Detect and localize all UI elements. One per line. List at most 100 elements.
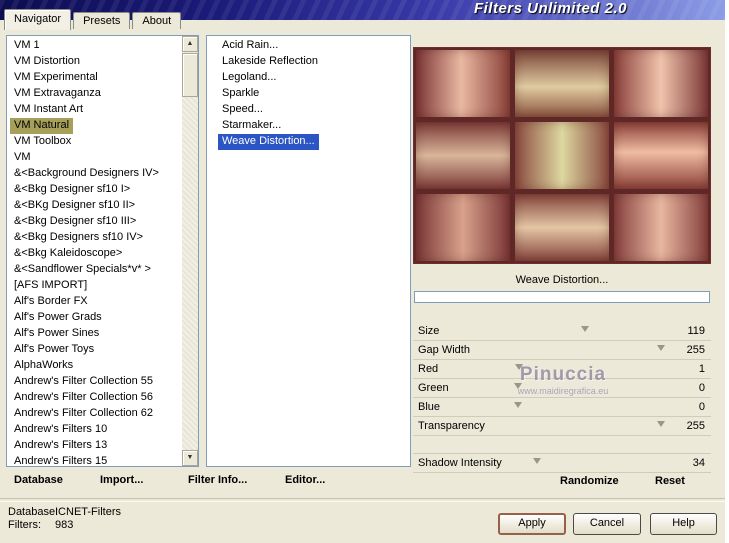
filter-preview-image[interactable]	[413, 47, 711, 264]
category-item[interactable]: Andrew's Filter Collection 62	[10, 406, 157, 422]
param-label: Size	[418, 325, 440, 337]
category-item[interactable]: Alf's Power Sines	[10, 326, 103, 342]
category-item[interactable]: Andrew's Filters 15	[10, 454, 111, 464]
param-value: 1	[698, 363, 705, 375]
weave-tile	[614, 122, 708, 189]
filter-list-panel: Acid Rain... Lakeside Reflection Legoland.…	[206, 35, 411, 467]
category-item[interactable]: &<BKg Designer sf10 II>	[10, 198, 139, 214]
tab[interactable]: Navigator	[4, 9, 72, 30]
param-slider-track[interactable]	[518, 341, 665, 359]
tab[interactable]: About	[132, 12, 182, 29]
category-item[interactable]: VM Experimental	[10, 70, 102, 86]
reset-button[interactable]: Reset	[655, 475, 685, 487]
weave-tile	[614, 50, 708, 117]
param-row: Red 1	[413, 360, 711, 379]
weave-tile	[515, 122, 609, 189]
param-slider-thumb[interactable]	[533, 458, 542, 464]
param-value: 255	[686, 420, 705, 432]
category-item[interactable]: VM Extravaganza	[10, 86, 105, 102]
category-scrollbar[interactable]: ▲ ▼	[182, 36, 198, 466]
category-item[interactable]: VM Distortion	[10, 54, 84, 70]
param-label: Red	[418, 363, 439, 375]
filter-items: Acid Rain... Lakeside Reflection Legoland.…	[208, 38, 408, 464]
weave-tile	[614, 194, 708, 261]
param-label: Shadow Intensity	[418, 457, 502, 469]
param-label: Blue	[418, 401, 441, 413]
tab[interactable]: Presets	[73, 12, 131, 29]
scroll-down-icon[interactable]: ▼	[182, 450, 198, 466]
weave-tile	[515, 50, 609, 117]
param-row: Transparency 255	[413, 417, 711, 436]
category-item[interactable]: Andrew's Filter Collection 55	[10, 374, 157, 390]
param-slider-track[interactable]	[518, 454, 661, 472]
scroll-up-icon[interactable]: ▲	[182, 36, 198, 52]
preview-panel: Weave Distortion... Size 119 Gap Width 2…	[413, 35, 713, 492]
category-item[interactable]: &<Bkg Designer sf10 I>	[10, 182, 134, 198]
category-item[interactable]: &<Background Designers IV>	[10, 166, 163, 182]
filter-item[interactable]: Sparkle	[218, 86, 263, 102]
param-slider-thumb[interactable]	[514, 402, 522, 408]
filter-item[interactable]: Weave Distortion...	[218, 134, 319, 150]
param-slider-thumb[interactable]	[657, 345, 665, 351]
progress-bar	[414, 291, 710, 303]
category-item[interactable]: Alf's Power Toys	[10, 342, 98, 358]
param-slider-thumb[interactable]	[657, 421, 665, 427]
category-items: VM 1 VM Distortion VM Experimental VM Extra…	[8, 38, 181, 464]
category-item[interactable]: VM Toolbox	[10, 134, 75, 150]
apply-button[interactable]: Apply	[498, 513, 566, 535]
database-button[interactable]: Database	[14, 474, 63, 486]
param-slider-track[interactable]	[518, 322, 661, 340]
randomize-button[interactable]: Randomize	[560, 475, 619, 487]
filter-info-button[interactable]: Filter Info...	[188, 474, 247, 486]
filter-item[interactable]: Acid Rain...	[218, 38, 282, 54]
status-filters-label: Filters:	[8, 519, 41, 531]
category-item[interactable]: Andrew's Filter Collection 56	[10, 390, 157, 406]
filter-item[interactable]: Speed...	[218, 102, 267, 118]
tab-strip: Navigator Presets About	[4, 9, 183, 30]
param-value: 0	[698, 401, 705, 413]
category-item[interactable]: [AFS IMPORT]	[10, 278, 91, 294]
status-database-label: Database:	[8, 506, 59, 518]
param-slider-thumb[interactable]	[514, 364, 523, 370]
param-row: Size 119	[413, 322, 711, 341]
editor-button[interactable]: Editor...	[285, 474, 325, 486]
import-button[interactable]: Import...	[100, 474, 143, 486]
filter-item[interactable]: Starmaker...	[218, 118, 285, 134]
category-item[interactable]: VM 1	[10, 38, 44, 54]
category-item[interactable]: &<Bkg Designer sf10 III>	[10, 214, 140, 230]
category-item[interactable]: Andrew's Filters 13	[10, 438, 111, 454]
param-row: Shadow Intensity 34	[413, 453, 711, 473]
category-item[interactable]: Andrew's Filters 10	[10, 422, 111, 438]
weave-tile	[416, 122, 510, 189]
category-item[interactable]: VM	[10, 150, 35, 166]
param-slider-track[interactable]	[514, 360, 661, 378]
param-slider-track[interactable]	[514, 379, 661, 397]
category-item[interactable]: &<Sandflower Specials*v* >	[10, 262, 155, 278]
param-value: 255	[686, 344, 705, 356]
category-item[interactable]: AlphaWorks	[10, 358, 77, 374]
scrollbar-thumb[interactable]	[182, 53, 198, 97]
category-item[interactable]: VM Instant Art	[10, 102, 87, 118]
category-item[interactable]: Alf's Power Grads	[10, 310, 106, 326]
param-value: 119	[687, 325, 705, 337]
param-row: Green 0	[413, 379, 711, 398]
status-database-value: ICNET-Filters	[55, 506, 121, 518]
cancel-button[interactable]: Cancel	[573, 513, 641, 535]
param-slider-track[interactable]	[518, 417, 665, 435]
filter-item[interactable]: Legoland...	[218, 70, 280, 86]
param-slider-track[interactable]	[514, 398, 661, 416]
status-filters: Filters: 983	[8, 519, 208, 531]
category-item[interactable]: &<Bkg Kaleidoscope>	[10, 246, 126, 262]
separator	[0, 498, 729, 502]
window-title: Filters Unlimited 2.0	[473, 0, 627, 17]
category-item[interactable]: Alf's Border FX	[10, 294, 92, 310]
category-item[interactable]: &<Bkg Designers sf10 IV>	[10, 230, 147, 246]
weave-tile	[515, 194, 609, 261]
help-button[interactable]: Help	[650, 513, 717, 535]
category-item[interactable]: VM Natural	[10, 118, 74, 134]
weave-tile	[416, 194, 510, 261]
param-row: Blue 0	[413, 398, 711, 417]
param-slider-thumb[interactable]	[514, 383, 522, 389]
param-slider-thumb[interactable]	[580, 326, 589, 332]
filter-item[interactable]: Lakeside Reflection	[218, 54, 322, 70]
